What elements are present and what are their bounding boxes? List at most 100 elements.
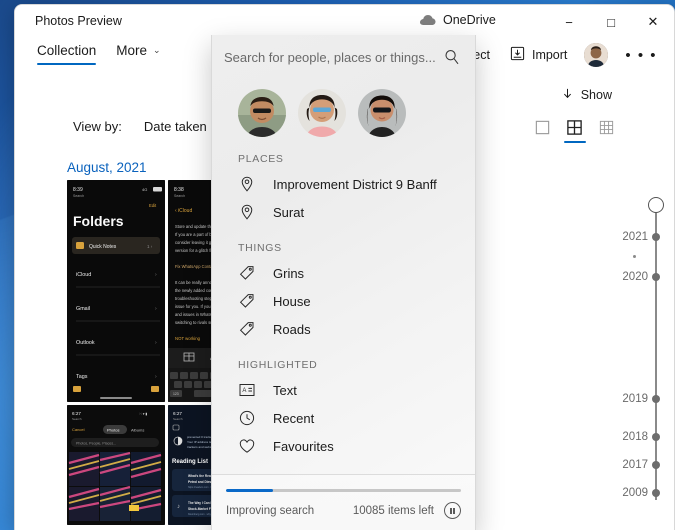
svg-text:♪: ♪ xyxy=(177,504,180,510)
photo-notes-folders[interactable]: 8:39 Search 4G Edit Folders Quick Notes … xyxy=(67,180,165,402)
svg-text:Gmail: Gmail xyxy=(76,306,90,312)
arrow-down-icon xyxy=(561,87,574,103)
more-options-icon[interactable]: • • • xyxy=(616,42,666,69)
minimize-button[interactable]: − xyxy=(548,5,590,39)
face-person-3[interactable] xyxy=(358,89,406,137)
onedrive-label: OneDrive xyxy=(443,13,496,27)
suggestion-roads[interactable]: Roads xyxy=(212,315,475,343)
svg-text:Folders: Folders xyxy=(73,213,124,229)
svg-text:1 ›: 1 › xyxy=(147,244,153,249)
pause-icon[interactable] xyxy=(444,502,461,519)
svg-text:Cancel: Cancel xyxy=(72,427,85,432)
timeline-node-2019[interactable] xyxy=(651,395,660,403)
timeline-node-2017[interactable] xyxy=(651,461,660,469)
timeline-node-2021[interactable] xyxy=(651,233,660,241)
month-heading[interactable]: August, 2021 xyxy=(67,160,147,175)
app-title: Photos Preview xyxy=(35,14,122,28)
svg-text:Reading List: Reading List xyxy=(172,459,208,465)
search-input[interactable] xyxy=(224,49,443,65)
suggestion-surat[interactable]: Surat xyxy=(212,198,475,226)
photos-app-window: Photos Preview OneDrive − □ ✕ Collection… xyxy=(14,4,675,530)
section-heading-things: THINGS xyxy=(238,242,282,254)
tab-more[interactable]: More ⌄ xyxy=(108,39,168,66)
close-button[interactable]: ✕ xyxy=(632,5,674,39)
tag-icon xyxy=(238,321,255,338)
svg-text:A: A xyxy=(242,388,246,394)
suggestion-house[interactable]: House xyxy=(212,287,475,315)
svg-text:4G: 4G xyxy=(142,187,147,192)
timeline-year-2020[interactable]: 2020 xyxy=(622,271,648,283)
tab-selected-underline xyxy=(37,62,97,65)
suggestion-label: Surat xyxy=(273,204,305,220)
suggestion-label: Improvement District 9 Banff xyxy=(273,176,437,192)
tab-more-label: More xyxy=(116,43,148,58)
suggestion-label: Favourites xyxy=(273,438,334,454)
onedrive-status[interactable]: OneDrive xyxy=(419,13,496,27)
timeline-year-2018[interactable]: 2018 xyxy=(622,431,648,443)
import-icon xyxy=(510,46,525,64)
suggestion-recent[interactable]: Recent xyxy=(212,404,475,432)
layout-single-button[interactable] xyxy=(534,119,552,137)
svg-text:⁙ ▾ ▮: ⁙ ▾ ▮ xyxy=(139,412,147,416)
command-bar-actions: Select Import xyxy=(446,41,666,69)
svg-text:6:27: 6:27 xyxy=(72,411,81,416)
suggestion-label: Recent xyxy=(273,410,315,426)
layout-switcher xyxy=(534,119,616,143)
suggestion-text[interactable]: A Text xyxy=(212,376,475,404)
face-person-2[interactable] xyxy=(298,89,346,137)
maximize-button[interactable]: □ xyxy=(590,5,632,39)
search-icon[interactable] xyxy=(443,48,461,66)
timeline-node-2009[interactable] xyxy=(651,489,660,497)
account-avatar[interactable] xyxy=(584,43,609,67)
suggestion-favourites[interactable]: Favourites xyxy=(212,432,475,460)
svg-text:Photos, People, Places...: Photos, People, Places... xyxy=(76,442,116,446)
timeline-node-2018[interactable] xyxy=(651,433,660,441)
items-left-label: 10085 items left xyxy=(352,504,434,517)
svg-text:‹ iCloud: ‹ iCloud xyxy=(175,208,192,214)
people-suggestions xyxy=(212,79,475,137)
scroll-thumb-icon[interactable] xyxy=(648,197,664,213)
view-by-control[interactable]: View by: Date taken xyxy=(73,119,207,134)
timeline-year-2009[interactable]: 2009 xyxy=(622,487,648,499)
timeline-node-2020[interactable] xyxy=(651,273,660,281)
suggestion-label: House xyxy=(273,293,311,309)
suggestion-improvement-district-9-banff[interactable]: Improvement District 9 Banff xyxy=(212,170,475,198)
suggestion-grins[interactable]: Grins xyxy=(212,259,475,287)
timeline-scrollbar[interactable]: 2021 2020 2019 2018 2017 2009 xyxy=(612,187,674,526)
show-button[interactable]: Show xyxy=(561,87,612,103)
svg-text:Tags: Tags xyxy=(76,374,88,380)
tab-collection[interactable]: Collection xyxy=(29,39,104,66)
clock-icon xyxy=(238,410,255,427)
section-heading-highlighted: HIGHLIGHTED xyxy=(238,359,318,371)
view-by-label: View by: xyxy=(73,119,122,134)
photo-photos-grid[interactable]: 6:27 Search ⁙ ▾ ▮ Cancel Photos Albums P… xyxy=(67,405,165,525)
svg-text:8:38: 8:38 xyxy=(174,187,184,193)
indexing-progress-fill xyxy=(226,489,273,492)
timeline-year-2017[interactable]: 2017 xyxy=(622,459,648,471)
svg-text:123: 123 xyxy=(173,392,179,396)
timeline-minor-dot xyxy=(633,255,636,258)
search-box[interactable] xyxy=(212,35,475,79)
svg-text:Edit: Edit xyxy=(149,203,157,208)
svg-text:Photos: Photos xyxy=(107,428,119,433)
face-person-1[interactable] xyxy=(238,89,286,137)
layout-medium-button[interactable] xyxy=(564,119,586,143)
timeline-year-2019[interactable]: 2019 xyxy=(622,393,648,405)
suggestion-label: Grins xyxy=(273,265,305,281)
view-by-value[interactable]: Date taken xyxy=(144,119,207,134)
location-pin-icon xyxy=(238,204,255,221)
chevron-down-icon: ⌄ xyxy=(153,45,161,55)
svg-text:Search: Search xyxy=(72,417,82,421)
import-button[interactable]: Import xyxy=(501,41,576,69)
suggestion-label: Text xyxy=(273,382,297,398)
search-suggestions-flyout: PLACES Improvement District 9 Banff Sura… xyxy=(211,35,476,530)
tab-list: Collection More ⌄ xyxy=(29,39,169,66)
section-heading-places: PLACES xyxy=(238,153,284,165)
indexing-status-label: Improving search xyxy=(226,504,315,517)
import-label: Import xyxy=(531,48,568,62)
tag-icon xyxy=(238,265,255,282)
timeline-year-2021[interactable]: 2021 xyxy=(622,231,648,243)
indexing-status-text: Improving search 10085 items left xyxy=(226,502,461,519)
layout-small-button[interactable] xyxy=(598,119,616,137)
svg-text:Search: Search xyxy=(174,194,185,198)
